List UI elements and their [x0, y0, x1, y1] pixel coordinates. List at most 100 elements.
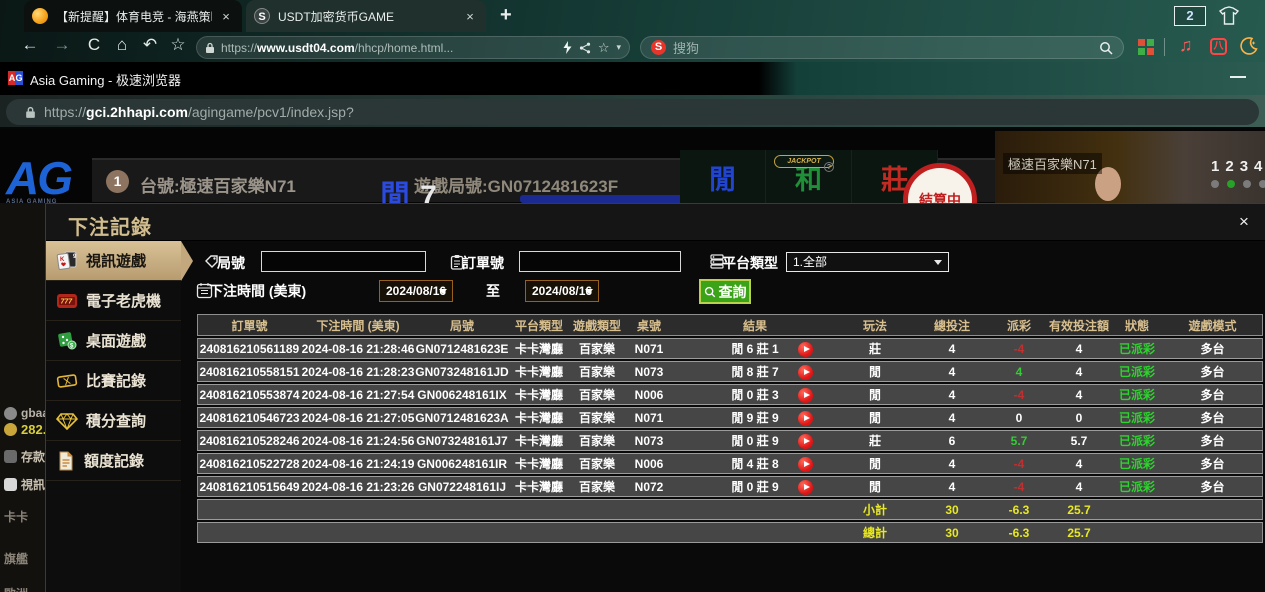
date-from-picker[interactable]: 2024/08/16 [379, 280, 453, 302]
cell-total-bet: 4 [913, 407, 991, 428]
bookmark-star-icon[interactable]: ☆ [598, 40, 610, 56]
theme-shirt-icon[interactable] [1218, 6, 1240, 31]
chevron-down-icon[interactable]: ▾ [616, 42, 621, 53]
order-filter-label: 訂單號 [462, 253, 504, 273]
replay-play-icon[interactable] [798, 457, 813, 472]
cell-time: 2024-08-16 21:27:05 [301, 407, 415, 428]
replay-play-icon[interactable] [798, 434, 813, 449]
cell-play-type: 閒 [837, 453, 913, 474]
deposit-icon [4, 450, 17, 463]
cell-total-bet: 4 [913, 361, 991, 382]
history-undo-icon[interactable]: ↶ [138, 35, 162, 55]
favorites-star-icon[interactable]: ☆ [166, 35, 190, 55]
jackpot-help-icon[interactable]: ? [824, 162, 834, 172]
cell-order: 240816210561189 [197, 338, 301, 359]
cell-status: 已派彩 [1111, 430, 1163, 451]
cell-payout: -6.3 [991, 522, 1047, 543]
sidebar-item-video-games[interactable]: 9K 視訊遊戲 [46, 241, 181, 281]
cell-game-type: 百家樂 [569, 453, 625, 474]
address-bar[interactable]: https://www.usdt04.com/hhcp/home.html...… [196, 36, 630, 59]
reload-icon[interactable]: C [82, 35, 106, 55]
cell-round [415, 499, 509, 520]
inner-window-titlebar: AG Asia Gaming - 极速浏览器 [0, 62, 1265, 95]
bet-player-button[interactable]: 閒 [680, 150, 766, 203]
table-row: 240816210561189 2024-08-16 21:28:46 GN07… [197, 338, 1263, 359]
coin-icon [4, 423, 17, 436]
pdf-icon[interactable]: 八 [1210, 38, 1227, 55]
forward-icon[interactable]: → [50, 35, 74, 55]
cell-order: 240816210515649 [197, 476, 301, 497]
betting-records-table: 訂單號 下注時間 (美東) 局號 平台類型 遊戲類型 桌號 結果 玩法 總投注 … [197, 312, 1263, 545]
search-box[interactable]: S 搜狗 [640, 36, 1124, 59]
cell-time [301, 522, 415, 543]
cell-total-bet: 6 [913, 430, 991, 451]
query-button[interactable]: 查詢 [699, 279, 751, 304]
share-nodes-icon[interactable] [579, 42, 591, 54]
cell-round [415, 522, 509, 543]
replay-play-icon[interactable] [798, 411, 813, 426]
date-caret-icon [439, 289, 447, 294]
svg-text:K: K [60, 257, 65, 263]
table-row: 240816210515649 2024-08-16 21:23:26 GN07… [197, 476, 1263, 497]
search-icon[interactable] [1099, 41, 1113, 55]
betting-records-modal: 下注記錄 × 9K 視訊遊戲 777 電子老虎機 $ 桌面遊戲 比賽記錄 積 [45, 203, 1265, 592]
table-row: 240816210558151 2024-08-16 21:28:23 GN07… [197, 361, 1263, 382]
cell-table-no: N071 [625, 407, 673, 428]
apps-grid-icon[interactable] [1138, 39, 1154, 55]
multi-table-numbers[interactable]: 1234 [1211, 158, 1262, 175]
back-icon[interactable]: ← [18, 35, 42, 55]
tab1-close-icon[interactable]: × [218, 9, 234, 24]
cell-payout: -4 [991, 384, 1047, 405]
video-table-label: 極速百家樂N71 [1003, 153, 1102, 174]
sidebar-item-table-games[interactable]: $ 桌面遊戲 [46, 321, 181, 361]
new-tab-button[interactable]: + [500, 4, 512, 27]
sidebar-item-points-inquiry[interactable]: 積分查詢 [46, 401, 181, 441]
browser-tab-1[interactable]: 【新提醒】体育电竞 - 海燕策略论 × [24, 0, 242, 32]
replay-play-icon[interactable] [798, 480, 813, 495]
search-placeholder: 搜狗 [673, 38, 1092, 57]
sidebar-item-slots[interactable]: 777 電子老虎機 [46, 281, 181, 321]
game-table-label: 台號:極速百家樂N71 [140, 172, 296, 197]
sidebar-item-credit-records[interactable]: 額度記錄 [46, 441, 181, 481]
music-icon[interactable]: ♫ [1179, 35, 1193, 56]
cell-valid-bet: 5.7 [1047, 430, 1111, 451]
cell-platform: 卡卡灣廳 [509, 453, 569, 474]
cell-valid-bet: 25.7 [1047, 499, 1111, 520]
bet-time-filter-label: 下注時間 (美東) [209, 281, 306, 301]
browser-navbar: ← → C ⌂ ↶ ☆ https://www.usdt04.com/hhcp/… [0, 32, 1265, 62]
jackpot-badge: JACKPOT? [774, 155, 834, 168]
modal-close-icon[interactable]: × [1234, 212, 1254, 232]
cell-payout: 0 [991, 407, 1047, 428]
gem-icon [56, 412, 78, 430]
cell-valid-bet: 0 [1047, 407, 1111, 428]
cell-status [1111, 499, 1163, 520]
lightning-icon[interactable] [563, 41, 572, 54]
replay-play-icon[interactable] [798, 388, 813, 403]
home-icon[interactable]: ⌂ [110, 35, 134, 55]
cell-status: 已派彩 [1111, 453, 1163, 474]
cell-order [197, 499, 301, 520]
replay-play-icon[interactable] [798, 365, 813, 380]
replay-play-icon[interactable] [798, 342, 813, 357]
tab2-close-icon[interactable]: × [462, 9, 478, 24]
tab2-favicon: S [254, 8, 270, 24]
cell-result [673, 499, 837, 520]
date-to-picker[interactable]: 2024/08/16 [525, 280, 599, 302]
inner-address-bar[interactable]: https://gci.2hhapi.com/agingame/pcv1/ind… [6, 99, 1259, 125]
round-input[interactable] [261, 251, 426, 272]
seat-number-badge: 1 [106, 170, 129, 193]
cell-status: 已派彩 [1111, 338, 1163, 359]
cell-total-bet: 30 [913, 522, 991, 543]
sidebar-item-match-records[interactable]: 比賽記錄 [46, 361, 181, 401]
video-panel[interactable]: 極速百家樂N71 1234 [995, 131, 1265, 203]
cell-platform: 卡卡灣廳 [509, 407, 569, 428]
tab-count-badge[interactable]: 2 [1174, 6, 1206, 26]
inner-address-row: https://gci.2hhapi.com/agingame/pcv1/ind… [0, 95, 1265, 129]
night-mode-icon[interactable] [1240, 37, 1258, 60]
cell-valid-bet: 4 [1047, 453, 1111, 474]
bet-tie-button[interactable]: JACKPOT? 和 [766, 150, 852, 203]
platform-select[interactable]: 1.全部 [786, 252, 949, 272]
minimize-icon[interactable] [1230, 76, 1246, 78]
order-input[interactable] [519, 251, 681, 272]
browser-tab-2[interactable]: S USDT加密货币GAME × [246, 0, 486, 32]
